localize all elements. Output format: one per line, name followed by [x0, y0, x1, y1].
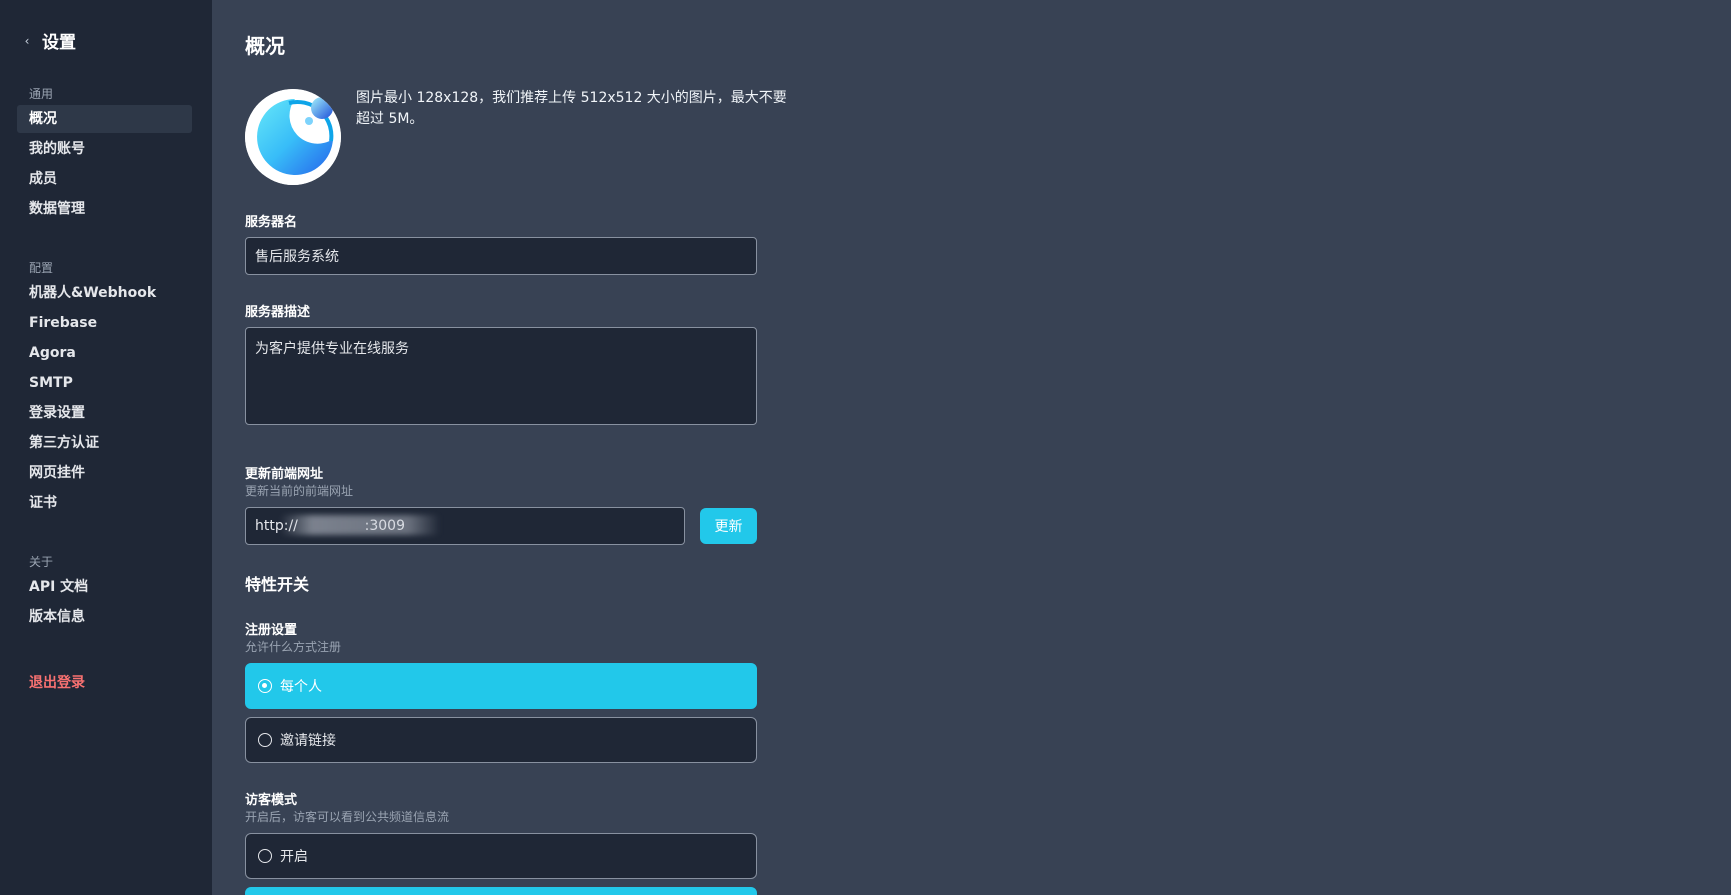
registration-option-invite-link[interactable]: 邀请链接 — [245, 717, 757, 763]
sidebar-item-smtp[interactable]: SMTP — [17, 369, 192, 397]
sidebar-title: 设置 — [42, 33, 76, 53]
guest-mode-option-label: 开启 — [280, 849, 308, 865]
sidebar-group-general: 通用 — [29, 87, 54, 101]
settings-back-header[interactable]: ‹ 设置 — [20, 28, 76, 53]
main-content: 概况 图片最小 128x128，我们推荐上传 512x512 大小的图片，最大不… — [212, 0, 1731, 895]
registration-option-label: 每个人 — [280, 679, 322, 695]
logout-button[interactable]: 退出登录 — [17, 669, 192, 697]
sidebar-item-bot-webhook[interactable]: 机器人&Webhook — [17, 279, 192, 307]
sidebar-item-version-info[interactable]: 版本信息 — [17, 603, 192, 631]
sidebar-group-config: 配置 — [29, 261, 54, 275]
frontend-url-label: 更新前端网址 — [245, 467, 324, 482]
server-name-input[interactable] — [245, 237, 757, 275]
guest-mode-label: 访客模式 — [245, 793, 298, 808]
guest-mode-option-on[interactable]: 开启 — [245, 833, 757, 879]
avatar-hint-text: 图片最小 128x128，我们推荐上传 512x512 大小的图片，最大不要超过… — [356, 90, 787, 127]
sidebar: ‹ 设置 通用 概况 我的账号 成员 数据管理 配置 机器人&Webhook F… — [0, 0, 212, 895]
sidebar-item-data-management[interactable]: 数据管理 — [17, 195, 192, 223]
registration-sublabel: 允许什么方式注册 — [245, 640, 342, 654]
sidebar-item-firebase[interactable]: Firebase — [17, 309, 192, 337]
page-title: 概况 — [245, 34, 285, 58]
registration-option-everyone[interactable]: 每个人 — [245, 663, 757, 709]
sidebar-item-third-party-auth[interactable]: 第三方认证 — [17, 429, 192, 457]
update-url-button[interactable]: 更新 — [700, 508, 757, 544]
chevron-left-icon[interactable]: ‹ — [20, 34, 34, 48]
frontend-url-sublabel: 更新当前的前端网址 — [245, 484, 354, 498]
frontend-url-input[interactable] — [245, 507, 685, 545]
sidebar-group-about: 关于 — [29, 555, 54, 569]
server-logo-icon — [245, 89, 341, 185]
features-section-title: 特性开关 — [245, 575, 310, 594]
server-description-input[interactable]: 为客户提供专业在线服务 — [245, 327, 757, 425]
sidebar-item-overview[interactable]: 概况 — [17, 105, 192, 133]
server-name-label: 服务器名 — [245, 215, 298, 230]
sidebar-item-api-docs[interactable]: API 文档 — [17, 573, 192, 601]
sidebar-item-members[interactable]: 成员 — [17, 165, 192, 193]
sidebar-item-agora[interactable]: Agora — [17, 339, 192, 367]
radio-unchecked-icon — [258, 733, 272, 747]
registration-label: 注册设置 — [245, 623, 298, 638]
sidebar-item-login-settings[interactable]: 登录设置 — [17, 399, 192, 427]
guest-mode-option-off[interactable] — [245, 887, 757, 895]
registration-option-label: 邀请链接 — [280, 733, 336, 749]
sidebar-item-certificate[interactable]: 证书 — [17, 489, 192, 517]
server-description-label: 服务器描述 — [245, 305, 311, 320]
sidebar-item-web-widget[interactable]: 网页挂件 — [17, 459, 192, 487]
radio-unchecked-icon — [258, 849, 272, 863]
radio-checked-icon — [258, 679, 272, 693]
sidebar-item-my-account[interactable]: 我的账号 — [17, 135, 192, 163]
app-root: ‹ 设置 通用 概况 我的账号 成员 数据管理 配置 机器人&Webhook F… — [0, 0, 1731, 895]
guest-mode-sublabel: 开启后，访客可以看到公共频道信息流 — [245, 810, 450, 824]
server-avatar-upload[interactable] — [245, 89, 341, 185]
